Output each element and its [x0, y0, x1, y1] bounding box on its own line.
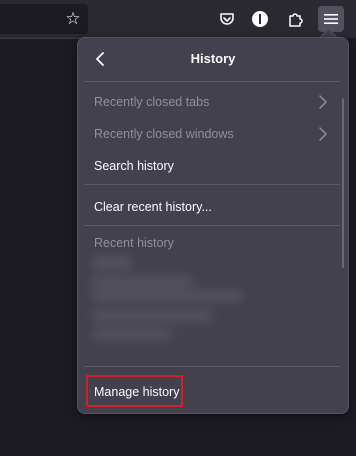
menu-item-search-history[interactable]: Search history [94, 159, 334, 173]
menu-item-label: Recently closed tabs [94, 95, 210, 109]
blurred-history-entry[interactable] [92, 276, 192, 290]
scrollbar[interactable] [342, 98, 344, 268]
panel-header: History [78, 38, 348, 80]
blurred-history-entry[interactable] [92, 310, 212, 322]
toolbar-divider [0, 38, 84, 39]
browser-toolbar: ☆ [0, 0, 356, 39]
url-bar[interactable]: ☆ [0, 4, 88, 34]
recent-history-header: Recent history [94, 236, 174, 250]
menu-item-recently-closed-windows[interactable]: Recently closed windows [94, 127, 334, 141]
info-icon[interactable] [247, 6, 273, 32]
separator [84, 184, 340, 185]
menu-item-recently-closed-tabs[interactable]: Recently closed tabs [94, 95, 334, 109]
menu-item-label: Clear recent history... [94, 200, 212, 214]
blurred-history-entry[interactable] [92, 290, 242, 302]
blurred-history-entry[interactable] [92, 328, 172, 340]
separator [84, 366, 340, 367]
menu-item-clear-recent-history[interactable]: Clear recent history... [94, 200, 334, 214]
chevron-right-icon [319, 127, 327, 141]
panel-title: History [190, 51, 236, 66]
menu-item-label: Recently closed windows [94, 127, 234, 141]
separator [84, 81, 340, 82]
blurred-history-entry[interactable] [92, 256, 132, 270]
menu-icon[interactable] [318, 6, 344, 32]
manage-history-button[interactable]: Manage history [86, 375, 183, 407]
extensions-icon[interactable] [283, 6, 309, 32]
separator [84, 225, 340, 226]
menu-item-label: Manage history [94, 385, 180, 399]
pocket-icon[interactable] [214, 6, 240, 32]
menu-item-label: Search history [94, 159, 174, 173]
history-panel: History Recently closed tabs Recently cl… [77, 37, 349, 414]
chevron-right-icon [319, 95, 327, 109]
star-icon[interactable]: ☆ [62, 10, 84, 28]
